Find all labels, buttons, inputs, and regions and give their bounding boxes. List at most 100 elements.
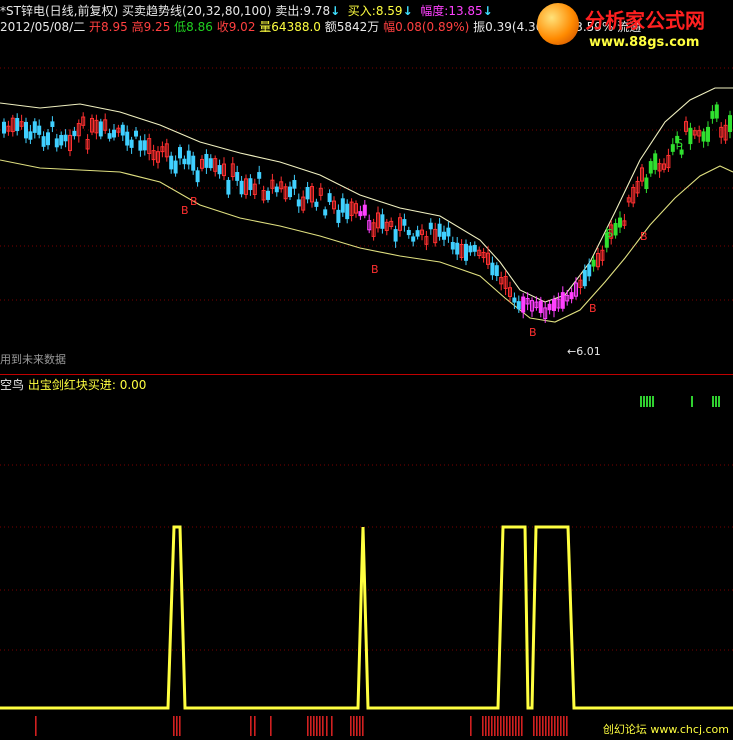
candle-body <box>358 211 363 217</box>
candle-body <box>688 127 693 145</box>
red-volume-tick <box>563 716 565 736</box>
red-volume-tick <box>316 716 318 736</box>
candle-body <box>296 199 301 207</box>
candle-body <box>455 242 460 255</box>
green-signal-marks <box>640 396 720 407</box>
red-volume-tick <box>509 716 511 736</box>
red-volume-tick <box>542 716 544 736</box>
candle-body <box>204 153 209 168</box>
red-volume-tick <box>536 716 538 736</box>
candle-body <box>125 131 130 146</box>
candle-body <box>72 130 77 137</box>
candle-body <box>552 298 556 312</box>
red-volume-tick <box>350 716 352 736</box>
red-volume-tick <box>500 716 502 736</box>
red-volume-tick <box>566 716 568 736</box>
candle-body <box>314 201 319 207</box>
candle-body <box>472 244 477 252</box>
lower-band-line <box>0 159 733 323</box>
candle-body <box>191 155 196 171</box>
candle-body <box>169 155 174 170</box>
candle-body <box>464 243 468 261</box>
red-volume-tick <box>521 716 523 736</box>
buy-signal-label: B <box>589 302 597 315</box>
green-signal-bar <box>718 396 720 407</box>
red-volume-tick <box>485 716 487 736</box>
red-volume-tick <box>270 716 272 736</box>
candle-body <box>516 301 521 310</box>
candle-body <box>728 115 732 132</box>
red-volume-tick <box>250 716 252 736</box>
buy-signal-label: B <box>529 326 537 339</box>
candle-body <box>24 121 28 139</box>
indicator-signal-line <box>0 525 733 710</box>
candle-body <box>415 230 420 237</box>
panel-separator <box>0 374 733 375</box>
candle-body <box>648 161 653 174</box>
candle-body <box>54 138 59 148</box>
candle-body <box>239 180 244 195</box>
sell-signal-label: S <box>606 227 613 240</box>
red-bottom-ticks <box>35 716 568 736</box>
red-volume-tick <box>322 716 324 736</box>
buy-signal-label: B <box>371 263 379 276</box>
candle-body <box>644 177 649 190</box>
candle-body <box>63 134 68 142</box>
red-volume-tick <box>326 716 328 736</box>
red-volume-tick <box>331 716 333 736</box>
buy-signal-label: B <box>181 204 189 217</box>
candle-body <box>582 270 587 287</box>
green-signal-bar <box>643 396 645 407</box>
candle-body <box>41 136 46 147</box>
candle-body <box>138 140 143 151</box>
candle-body <box>538 300 543 314</box>
green-signal-bar <box>715 396 717 407</box>
candle-body <box>182 158 187 165</box>
green-signal-bar <box>646 396 648 407</box>
red-volume-tick <box>470 716 472 736</box>
candle-body <box>274 186 279 193</box>
candle-body <box>442 231 446 240</box>
green-signal-bar <box>649 396 651 407</box>
price-and-indicator-chart: BBBBBBSS←6.01 <box>0 67 733 736</box>
red-volume-tick <box>313 716 315 736</box>
red-volume-tick <box>497 716 499 736</box>
candle-body <box>450 242 455 250</box>
candle-body <box>569 292 574 300</box>
low-price-marker: ←6.01 <box>567 345 601 358</box>
candle-body <box>560 292 565 309</box>
candle-body <box>706 126 710 142</box>
candle-body <box>195 170 200 183</box>
candle-body <box>494 265 499 277</box>
red-volume-tick <box>515 716 517 736</box>
candle-body <box>134 130 138 137</box>
green-signal-bar <box>691 396 693 407</box>
candle-body <box>340 198 345 213</box>
candle-body <box>512 297 517 303</box>
candle-body <box>208 158 213 169</box>
candle-body <box>288 186 292 198</box>
red-volume-tick <box>512 716 514 736</box>
red-volume-tick <box>356 716 358 736</box>
candle-body <box>50 121 55 127</box>
indicator-title-a: 空鸟 <box>0 378 25 392</box>
buy-signal-label: B <box>190 195 198 208</box>
candle-body <box>428 222 433 230</box>
green-signal-bar <box>652 396 654 407</box>
grid-lines <box>0 67 733 651</box>
candle-body <box>618 217 622 228</box>
candle-body <box>186 150 191 165</box>
red-volume-tick <box>179 716 181 736</box>
candle-body <box>46 132 50 146</box>
candle-body <box>714 104 719 119</box>
candlesticks <box>2 101 732 323</box>
red-volume-tick <box>533 716 535 736</box>
candle-body <box>173 160 178 174</box>
candle-body <box>679 149 684 155</box>
candle-body <box>226 179 231 195</box>
red-volume-tick <box>491 716 493 736</box>
red-volume-tick <box>539 716 541 736</box>
candle-body <box>2 121 6 134</box>
candle-body <box>591 259 596 267</box>
candle-body <box>490 262 495 276</box>
